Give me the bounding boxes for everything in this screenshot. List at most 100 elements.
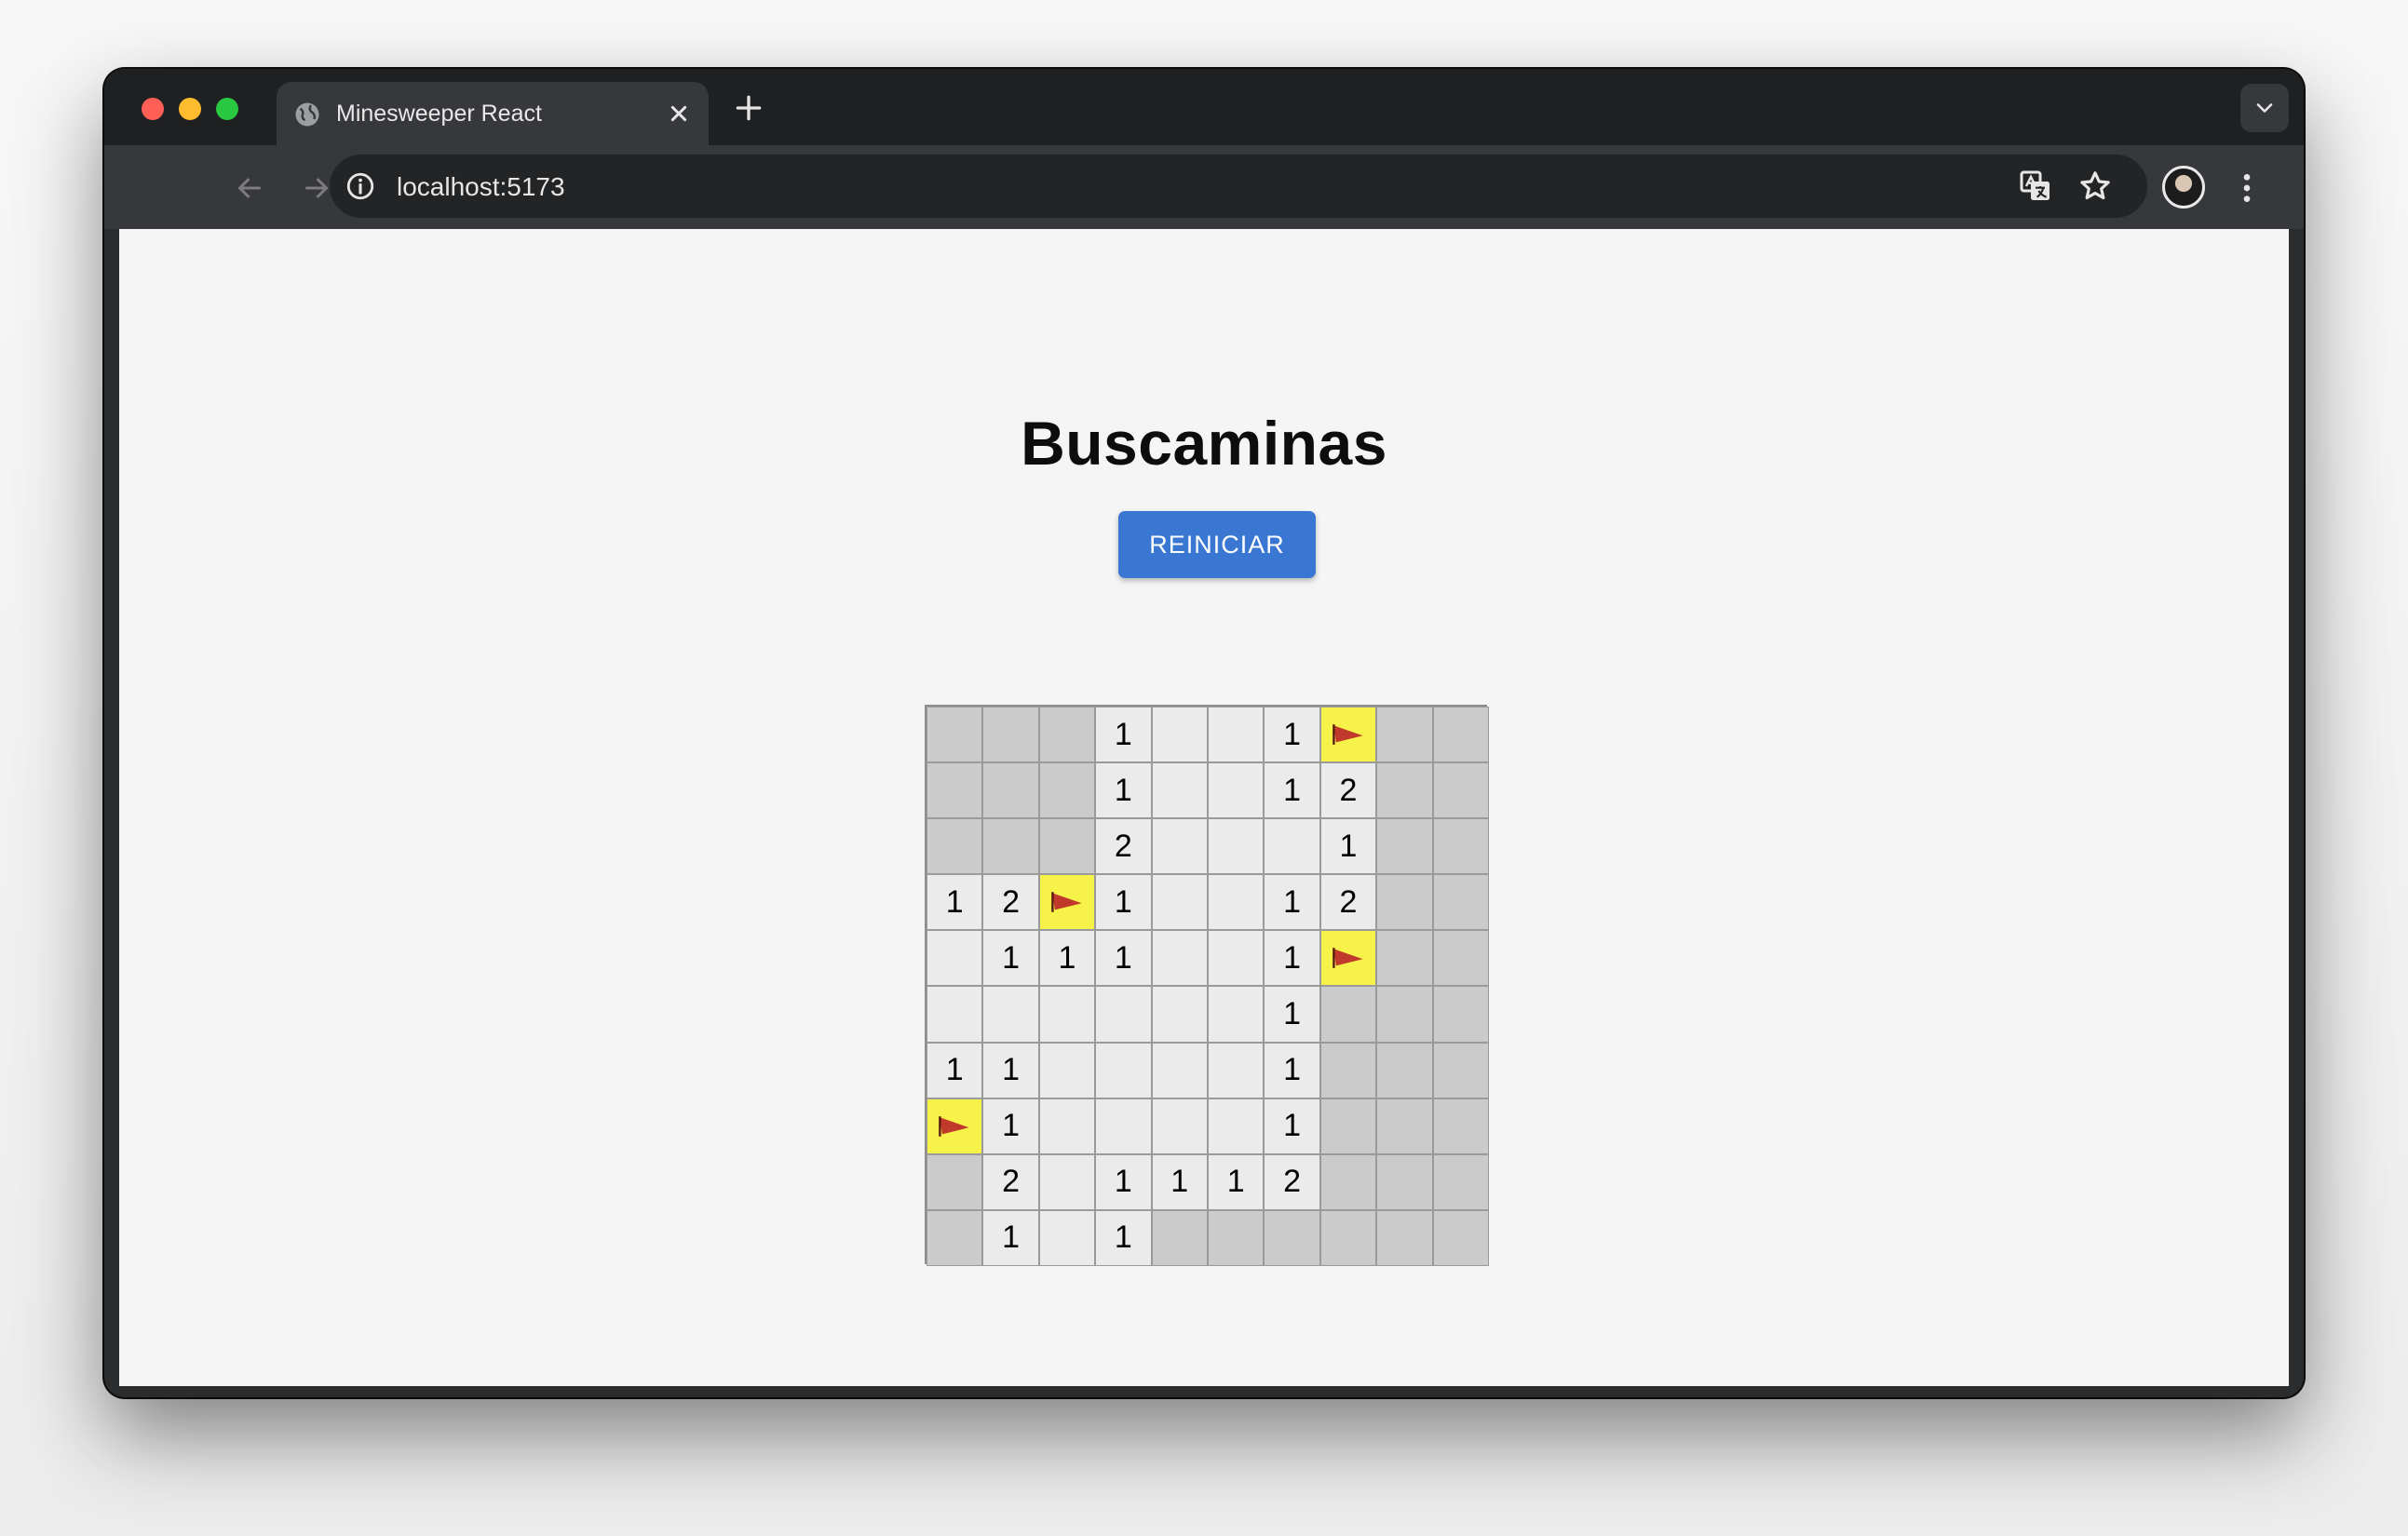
number-cell[interactable]: 1: [1264, 986, 1320, 1043]
number-cell[interactable]: 1: [982, 1098, 1039, 1154]
empty-cell[interactable]: [1207, 930, 1265, 987]
number-cell[interactable]: 1: [1095, 874, 1152, 931]
empty-cell[interactable]: [1038, 1098, 1096, 1154]
number-cell[interactable]: 1: [1095, 1153, 1152, 1210]
number-cell[interactable]: 2: [982, 874, 1039, 931]
hidden-cell[interactable]: [982, 818, 1039, 875]
number-cell[interactable]: 1: [982, 930, 1039, 987]
hidden-cell[interactable]: [1432, 1098, 1489, 1154]
number-cell[interactable]: 1: [1095, 930, 1152, 987]
hidden-cell[interactable]: [1376, 1042, 1433, 1098]
flagged-cell[interactable]: [1038, 874, 1096, 931]
hidden-cell[interactable]: [1319, 1209, 1377, 1266]
profile-avatar[interactable]: [2162, 166, 2205, 209]
number-cell[interactable]: 1: [1264, 762, 1320, 819]
maximize-window-button[interactable]: [216, 98, 238, 120]
hidden-cell[interactable]: [927, 1153, 983, 1210]
empty-cell[interactable]: [1207, 762, 1265, 819]
hidden-cell[interactable]: [982, 707, 1039, 763]
hidden-cell[interactable]: [1207, 1209, 1265, 1266]
hidden-cell[interactable]: [927, 762, 983, 819]
empty-cell[interactable]: [1207, 818, 1265, 875]
number-cell[interactable]: 1: [982, 1042, 1039, 1098]
number-cell[interactable]: 1: [1319, 818, 1377, 875]
hidden-cell[interactable]: [1432, 707, 1489, 763]
hidden-cell[interactable]: [1319, 1042, 1377, 1098]
more-menu-icon[interactable]: [2233, 169, 2261, 207]
hidden-cell[interactable]: [1376, 986, 1433, 1043]
flagged-cell[interactable]: [927, 1098, 983, 1154]
empty-cell[interactable]: [1207, 874, 1265, 931]
empty-cell[interactable]: [1038, 1042, 1096, 1098]
tab-search-button[interactable]: [2240, 84, 2289, 132]
empty-cell[interactable]: [1207, 1098, 1265, 1154]
hidden-cell[interactable]: [1376, 1098, 1433, 1154]
empty-cell[interactable]: [927, 986, 983, 1043]
hidden-cell[interactable]: [982, 762, 1039, 819]
flagged-cell[interactable]: [1319, 930, 1377, 987]
hidden-cell[interactable]: [1432, 986, 1489, 1043]
hidden-cell[interactable]: [1038, 707, 1096, 763]
number-cell[interactable]: 2: [982, 1153, 1039, 1210]
close-icon[interactable]: [664, 99, 694, 128]
empty-cell[interactable]: [1151, 986, 1208, 1043]
reset-button[interactable]: REINICIAR: [1118, 511, 1316, 578]
number-cell[interactable]: 1: [1095, 762, 1152, 819]
empty-cell[interactable]: [1151, 1098, 1208, 1154]
empty-cell[interactable]: [1207, 707, 1265, 763]
empty-cell[interactable]: [1151, 707, 1208, 763]
empty-cell[interactable]: [1264, 818, 1320, 875]
hidden-cell[interactable]: [1432, 874, 1489, 931]
translate-icon[interactable]: [2017, 168, 2054, 205]
hidden-cell[interactable]: [1151, 1209, 1208, 1266]
forward-arrow-icon[interactable]: [300, 171, 333, 205]
hidden-cell[interactable]: [1432, 1042, 1489, 1098]
empty-cell[interactable]: [1207, 986, 1265, 1043]
number-cell[interactable]: 1: [1264, 1042, 1320, 1098]
empty-cell[interactable]: [927, 930, 983, 987]
number-cell[interactable]: 1: [1151, 1153, 1208, 1210]
number-cell[interactable]: 1: [927, 874, 983, 931]
empty-cell[interactable]: [1151, 874, 1208, 931]
number-cell[interactable]: 1: [982, 1209, 1039, 1266]
empty-cell[interactable]: [1095, 1098, 1152, 1154]
hidden-cell[interactable]: [927, 707, 983, 763]
hidden-cell[interactable]: [1376, 762, 1433, 819]
number-cell[interactable]: 1: [1264, 930, 1320, 987]
number-cell[interactable]: 2: [1264, 1153, 1320, 1210]
hidden-cell[interactable]: [1376, 818, 1433, 875]
hidden-cell[interactable]: [1432, 818, 1489, 875]
hidden-cell[interactable]: [1319, 1098, 1377, 1154]
hidden-cell[interactable]: [927, 1209, 983, 1266]
number-cell[interactable]: 2: [1319, 874, 1377, 931]
hidden-cell[interactable]: [1432, 1153, 1489, 1210]
hidden-cell[interactable]: [1319, 986, 1377, 1043]
hidden-cell[interactable]: [1038, 818, 1096, 875]
number-cell[interactable]: 2: [1319, 762, 1377, 819]
empty-cell[interactable]: [1095, 1042, 1152, 1098]
number-cell[interactable]: 1: [1038, 930, 1096, 987]
hidden-cell[interactable]: [1376, 1209, 1433, 1266]
hidden-cell[interactable]: [1264, 1209, 1320, 1266]
hidden-cell[interactable]: [1376, 707, 1433, 763]
minimize-window-button[interactable]: [179, 98, 201, 120]
empty-cell[interactable]: [1151, 762, 1208, 819]
hidden-cell[interactable]: [927, 818, 983, 875]
number-cell[interactable]: 1: [1207, 1153, 1265, 1210]
plus-icon[interactable]: [730, 89, 767, 127]
empty-cell[interactable]: [982, 986, 1039, 1043]
hidden-cell[interactable]: [1432, 762, 1489, 819]
hidden-cell[interactable]: [1319, 1153, 1377, 1210]
hidden-cell[interactable]: [1432, 930, 1489, 987]
flagged-cell[interactable]: [1319, 707, 1377, 763]
tab-minesweeper[interactable]: Minesweeper React: [277, 82, 709, 145]
empty-cell[interactable]: [1038, 1209, 1096, 1266]
star-icon[interactable]: [2077, 168, 2114, 205]
empty-cell[interactable]: [1151, 930, 1208, 987]
number-cell[interactable]: 2: [1095, 818, 1152, 875]
empty-cell[interactable]: [1151, 818, 1208, 875]
hidden-cell[interactable]: [1038, 762, 1096, 819]
hidden-cell[interactable]: [1376, 874, 1433, 931]
hidden-cell[interactable]: [1376, 930, 1433, 987]
number-cell[interactable]: 1: [1264, 1098, 1320, 1154]
